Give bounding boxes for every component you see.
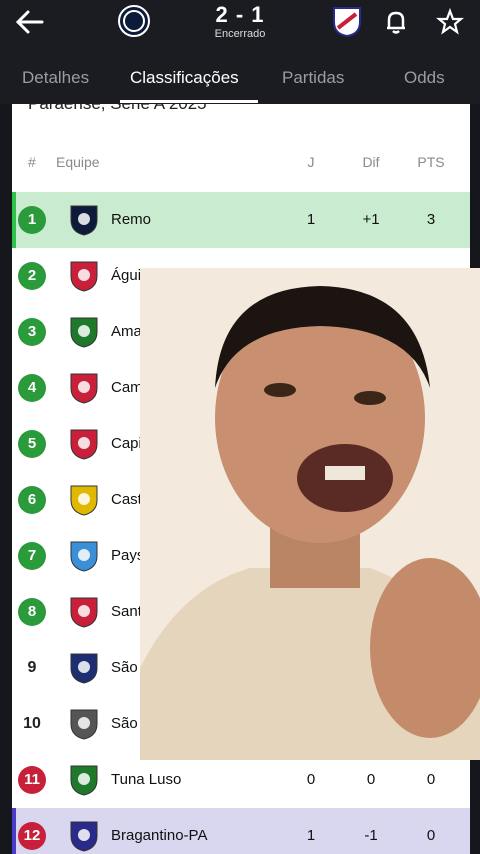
cell-diff: 0 [366, 771, 376, 788]
active-tab-indicator [120, 100, 258, 103]
tab-bar: Detalhes Classificações Partidas Odds [0, 60, 480, 104]
team-crest-icon [70, 317, 98, 348]
person-image [140, 268, 480, 760]
col-header-team: Equipe [56, 154, 100, 170]
position-badge: 2 [18, 262, 46, 290]
team-name: Bragantino-PA [111, 827, 208, 844]
star-icon[interactable] [436, 8, 464, 36]
table-row[interactable]: 1 Remo 1 +1 3 [12, 192, 470, 248]
match-score: 2 - 1 [215, 2, 265, 27]
team-crest-icon [70, 709, 98, 740]
cell-played: 1 [306, 211, 316, 228]
team-crest-icon [70, 261, 98, 292]
team-crest-icon [70, 821, 98, 852]
team-name: Remo [111, 211, 152, 228]
cell-played: 1 [306, 827, 316, 844]
position-badge: 9 [27, 659, 37, 676]
position-badge: 8 [18, 598, 46, 626]
tab-details[interactable]: Detalhes [22, 68, 89, 88]
position-badge: 10 [23, 715, 41, 732]
team-crest-icon [70, 485, 98, 516]
team-crest-icon [70, 597, 98, 628]
position-badge: 4 [18, 374, 46, 402]
tab-standings[interactable]: Classificações [130, 68, 239, 88]
cell-points: 0 [426, 771, 436, 788]
col-header-points: PTS [417, 154, 445, 170]
match-status: Encerrado [214, 28, 266, 40]
team-crest-icon [70, 653, 98, 684]
team-name: Tuna Luso [111, 771, 182, 788]
person-video-overlay [140, 268, 480, 760]
tab-matches[interactable]: Partidas [282, 68, 344, 88]
position-badge: 11 [18, 766, 46, 794]
cell-played: 0 [306, 771, 316, 788]
table-row[interactable]: 11 Tuna Luso 0 0 0 [12, 752, 470, 808]
team-crest-icon [70, 373, 98, 404]
match-header: 2 - 1 Encerrado Detalhes Classificações … [0, 0, 480, 104]
bell-icon[interactable] [382, 8, 410, 36]
position-badge: 6 [18, 486, 46, 514]
col-header-pos: # [28, 154, 36, 170]
col-header-diff: Dif [362, 154, 380, 170]
team-crest-icon [70, 205, 98, 236]
cell-points: 0 [426, 827, 436, 844]
row-highlight-bar [12, 192, 16, 248]
cell-points: 3 [426, 211, 436, 228]
back-arrow-icon[interactable] [14, 8, 46, 36]
tab-odds[interactable]: Odds [404, 68, 445, 88]
league-title: Paraense, Série A 2025 [28, 104, 207, 114]
position-badge: 12 [18, 822, 46, 850]
row-highlight-bar [12, 808, 16, 854]
team-crest-icon [70, 541, 98, 572]
team-crest-icon [70, 429, 98, 460]
table-row[interactable]: 12 Bragantino-PA 1 -1 0 [12, 808, 470, 854]
cell-diff: +1 [362, 211, 380, 228]
team-crest-icon [70, 765, 98, 796]
position-badge: 5 [18, 430, 46, 458]
bragantino-crest-icon[interactable] [330, 4, 364, 38]
position-badge: 7 [18, 542, 46, 570]
position-badge: 1 [18, 206, 46, 234]
position-badge: 3 [18, 318, 46, 346]
cell-diff: -1 [364, 827, 378, 844]
col-header-played: J [307, 154, 315, 170]
remo-crest-icon[interactable] [117, 4, 151, 38]
